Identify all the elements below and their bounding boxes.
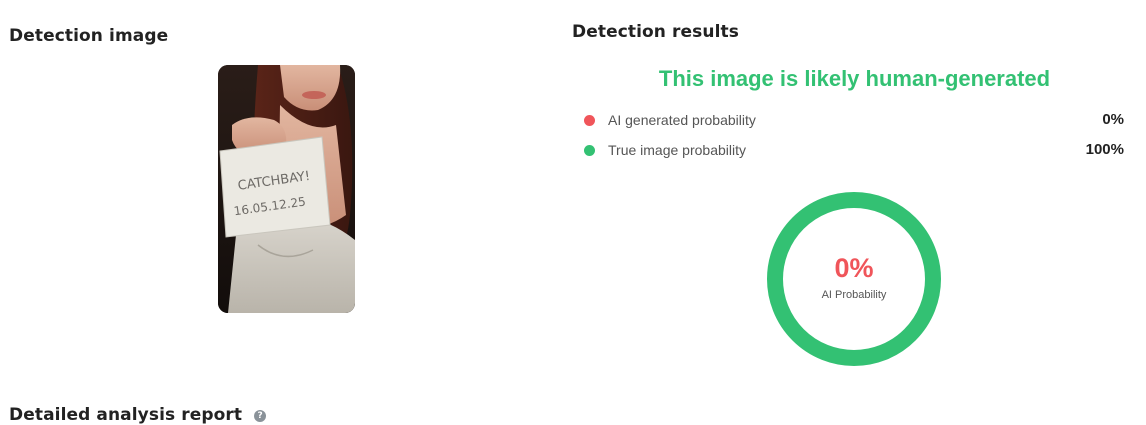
- ai-probability-label: AI generated probability: [608, 112, 756, 128]
- detection-results-title: Detection results: [572, 22, 739, 42]
- verdict-text: This image is likely human-generated: [658, 66, 1051, 91]
- ai-probability-value: 0%: [1102, 111, 1124, 128]
- true-probability-dot-icon: [584, 145, 595, 156]
- gauge-value: 0%: [834, 253, 874, 283]
- analysis-report-title-text: Detailed analysis report: [9, 405, 243, 425]
- detection-photo: CATCHBAY! 16.05.12.25: [218, 65, 355, 313]
- true-probability-value: 100%: [1085, 141, 1124, 158]
- question-circle-icon[interactable]: ?: [254, 410, 267, 422]
- detection-page: Detection image CATCHBAY! 16.05.12.25 De…: [0, 0, 1146, 425]
- detection-image-title: Detection image: [9, 26, 169, 46]
- true-probability-label: True image probability: [608, 142, 746, 158]
- gauge-label: AI Probability: [821, 289, 887, 301]
- ai-probability-dot-icon: [584, 115, 595, 126]
- true-probability-row: True image probability 100%: [584, 140, 1124, 160]
- ai-probability-row: AI generated probability 0%: [584, 110, 1124, 130]
- analysis-report-title: Detailed analysis report?: [9, 405, 267, 425]
